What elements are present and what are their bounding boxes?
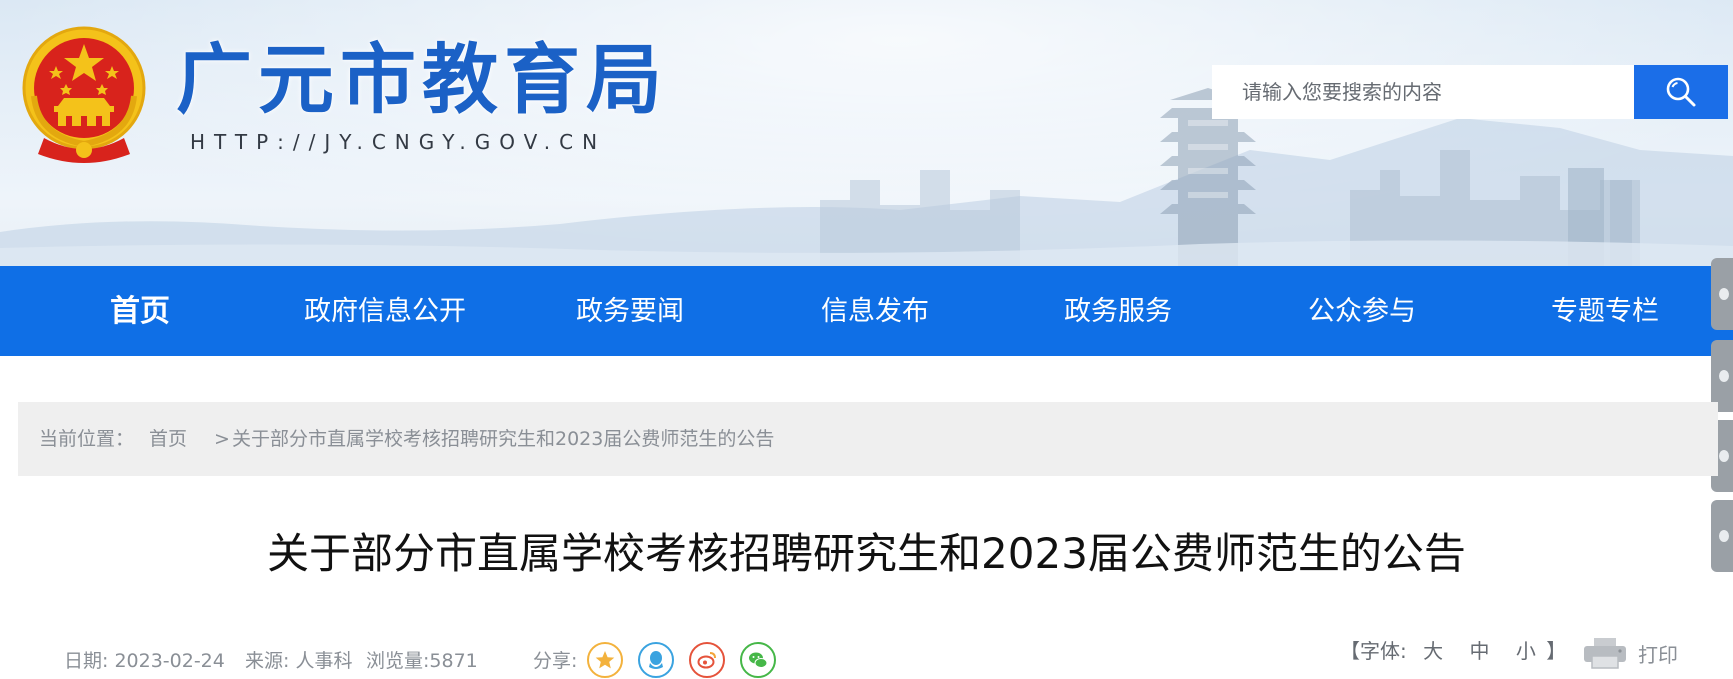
nav-item-info-release[interactable]: 信息发布 (785, 266, 965, 356)
share-wechat-button[interactable] (740, 642, 776, 678)
article-source: 来源: 人事科 (245, 650, 353, 672)
share-weibo-button[interactable] (689, 642, 725, 678)
print-label: 打印 (1638, 642, 1678, 667)
site-url: HTTP://JY.CNGY.GOV.CN (190, 130, 607, 154)
search-icon (1666, 77, 1696, 107)
nav-item-gov-info-disclosure[interactable]: 政府信息公开 (280, 266, 490, 356)
national-emblem-icon (22, 26, 146, 163)
nav-item-government-news[interactable]: 政务要闻 (540, 266, 720, 356)
breadcrumb-current-link[interactable]: 关于部分市直属学校考核招聘研究生和2023届公费师范生的公告 (232, 402, 774, 476)
share-label: 分享: (533, 650, 578, 672)
print-button[interactable]: 打印 (1582, 636, 1678, 670)
article-title: 关于部分市直属学校考核招聘研究生和2023届公费师范生的公告 (267, 529, 1466, 578)
search-input[interactable] (1212, 65, 1634, 119)
search-button[interactable] (1634, 65, 1728, 119)
site-header: 广元市教育局 HTTP://JY.CNGY.GOV.CN (0, 0, 1733, 266)
font-size-bracket-close: 】 (1546, 639, 1567, 663)
wechat-icon (749, 652, 768, 668)
nav-item-gov-services[interactable]: 政务服务 (1028, 266, 1208, 356)
article-views: 浏览量:5871 (366, 650, 478, 672)
side-tab-icon (1719, 370, 1729, 382)
weibo-icon (697, 652, 716, 669)
site-title: 广元市教育局 (176, 35, 668, 124)
side-float-tab-1[interactable] (1711, 258, 1733, 330)
breadcrumb-prefix: 当前位置： (39, 428, 135, 450)
font-size-medium-button[interactable]: 中 (1469, 639, 1489, 663)
nav-item-special-topics[interactable]: 专题专栏 (1515, 266, 1695, 356)
nav-item-home[interactable]: 首页 (60, 266, 220, 356)
nav-item-public-participation[interactable]: 公众参与 (1272, 266, 1452, 356)
font-size-small-button[interactable]: 小 (1516, 639, 1536, 663)
font-size-large-button[interactable]: 大 (1423, 639, 1443, 663)
breadcrumb: 当前位置： 首页 > 关于部分市直属学校考核招聘研究生和2023届公费师范生的公… (18, 402, 1718, 476)
side-tab-icon (1719, 288, 1729, 300)
article-date: 日期: 2023-02-24 (64, 650, 225, 672)
printer-icon (1584, 638, 1626, 669)
qzone-icon (595, 651, 615, 669)
breadcrumb-home-link[interactable]: 首页 (149, 402, 187, 476)
qq-icon (649, 651, 663, 669)
font-size-label: 【字体: (1340, 639, 1407, 663)
breadcrumb-separator: > (214, 428, 230, 450)
share-qq-button[interactable] (638, 642, 674, 678)
share-qzone-button[interactable] (587, 642, 623, 678)
side-tab-icon (1719, 450, 1729, 462)
main-nav: 首页 政府信息公开 政务要闻 信息发布 政务服务 公众参与 专题专栏 (0, 266, 1733, 356)
font-size-control: 【字体: 大 中 小 】 (1340, 638, 1566, 664)
